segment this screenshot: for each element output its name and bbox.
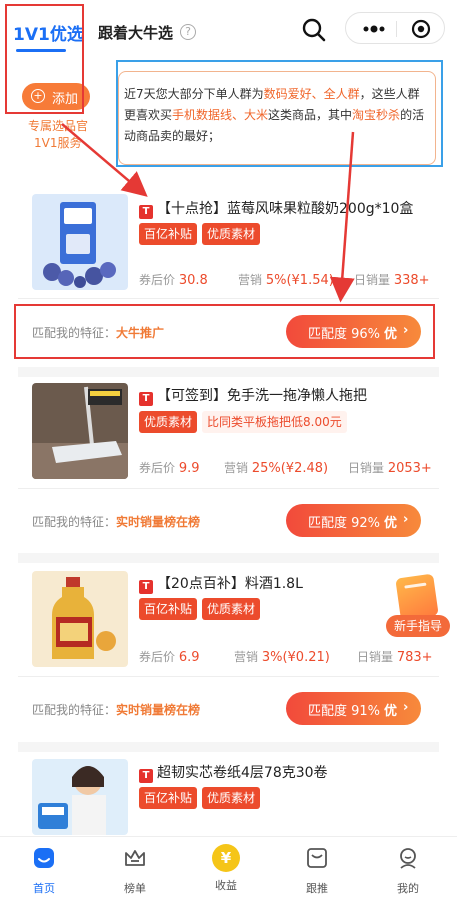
tab-profile[interactable]: 我的 [378, 845, 438, 896]
capsule-divider [396, 21, 397, 37]
cooking-wine-product-image [32, 571, 128, 667]
tab-follow-experts[interactable]: 跟着大牛选 [98, 22, 173, 43]
match-score-button[interactable]: 匹配度 91% 优 › [286, 692, 421, 725]
daily-sales: 日销量 2053+ [348, 461, 432, 476]
crown-icon [125, 850, 145, 866]
inbox-icon [307, 848, 327, 868]
commission: 营销 25%(¥2.48) [224, 461, 329, 476]
annotation-blue-box-insight [116, 60, 443, 167]
tab-follow[interactable]: 跟推 [287, 845, 347, 896]
toilet-paper-product-image [32, 759, 128, 835]
annotation-red-box-feature [14, 304, 435, 359]
product-tags: 百亿补贴 优质素材 [139, 223, 265, 245]
search-icon [302, 18, 326, 42]
daily-sales: 日销量 783+ [357, 650, 433, 665]
product-tags: 百亿补贴 优质素材 [139, 598, 265, 620]
match-feature: 匹配我的特征：实时销量榜在榜 [32, 515, 201, 529]
divider [18, 676, 439, 677]
target-close-icon [411, 19, 431, 39]
tag: 优质素材 [202, 598, 261, 620]
search-button[interactable] [296, 12, 332, 48]
tmall-badge-icon: T [139, 392, 153, 406]
book-icon [395, 573, 439, 621]
guide-label: 新手指导 [386, 615, 450, 637]
product-image-toilet-paper[interactable] [32, 759, 128, 835]
help-icon[interactable]: ? [180, 24, 196, 40]
yogurt-product-image [32, 194, 128, 290]
coupon-price: 券后价 30.8 [139, 273, 208, 288]
card-gap [18, 367, 439, 377]
tab-earnings[interactable]: ¥ 收益 [196, 844, 256, 893]
tmall-badge-icon: T [139, 769, 153, 783]
tag-price-compare: 比同类平板拖把低8.00元 [202, 411, 347, 433]
product-tags: 优质素材 比同类平板拖把低8.00元 [139, 411, 352, 433]
commission: 营销 5%(¥1.54) [238, 273, 334, 288]
product-image-cooking-wine[interactable] [32, 571, 128, 667]
coupon-price: 券后价 9.9 [139, 461, 200, 476]
chevron-right-icon: › [403, 700, 409, 715]
service-caption-line2: 1V1服务 [34, 136, 82, 150]
chevron-right-icon: › [403, 512, 409, 527]
tab-home[interactable]: 首页 [14, 845, 74, 896]
tmall-badge-icon: T [139, 580, 153, 594]
card-gap [18, 742, 439, 752]
product-title[interactable]: T 【十点抢】蓝莓风味果粒酸奶200g*10盒 [139, 198, 413, 219]
more-dots-icon [363, 25, 385, 33]
product-image-yogurt[interactable] [32, 194, 128, 290]
tag: 优质素材 [202, 787, 261, 809]
more-button[interactable] [354, 17, 394, 41]
commission: 营销 3%(¥0.21) [234, 650, 330, 665]
product-tags: 百亿补贴 优质素材 [139, 787, 265, 809]
tab-ranking[interactable]: 榜单 [105, 845, 165, 896]
daily-sales: 日销量 338+ [354, 273, 430, 288]
bottom-tab-bar: 首页 榜单 ¥ 收益 跟推 我的 [0, 836, 457, 898]
yen-coin-icon: ¥ [212, 844, 240, 872]
mop-product-image [32, 383, 128, 479]
divider [18, 298, 439, 299]
match-feature: 匹配我的特征：实时销量榜在榜 [32, 703, 201, 717]
tag: 优质素材 [139, 411, 198, 433]
tmall-badge-icon: T [139, 205, 153, 219]
annotation-red-box-tab [5, 4, 84, 114]
card-gap [18, 553, 439, 563]
close-miniapp-button[interactable] [404, 17, 438, 41]
product-title[interactable]: T 【可签到】免手洗一拖净懒人拖把 [139, 385, 367, 406]
beginner-guide-button[interactable]: 新手指导 [384, 573, 452, 639]
product-image-mop[interactable] [32, 383, 128, 479]
tag: 百亿补贴 [139, 598, 198, 620]
profile-icon [400, 848, 416, 869]
divider [18, 488, 439, 489]
service-caption-line1: 专属选品官 [28, 119, 89, 133]
coupon-price: 券后价 6.9 [139, 650, 200, 665]
miniapp-capsule [345, 12, 445, 44]
tag: 百亿补贴 [139, 223, 198, 245]
home-icon [34, 848, 54, 868]
tag: 百亿补贴 [139, 787, 198, 809]
product-title[interactable]: T 超韧实芯卷纸4层78克30卷 [139, 762, 328, 783]
match-score-button[interactable]: 匹配度 92% 优 › [286, 504, 421, 537]
product-title[interactable]: T 【20点百补】料酒1.8L [139, 573, 303, 594]
tag: 优质素材 [202, 223, 261, 245]
